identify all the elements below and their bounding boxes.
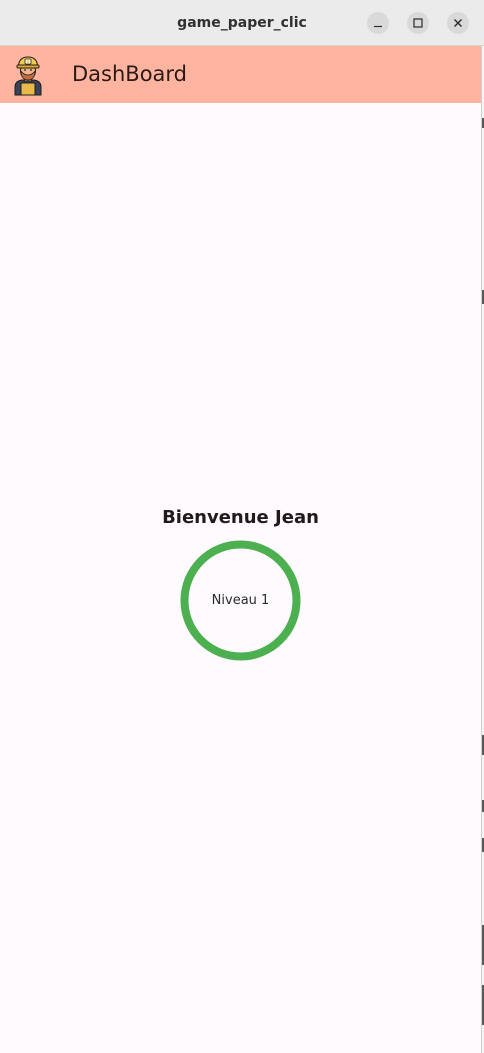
maximize-button[interactable] xyxy=(407,12,429,34)
minimize-icon xyxy=(374,25,382,28)
close-icon xyxy=(454,19,462,27)
dashboard-body: Bienvenue Jean Niveau 1 xyxy=(0,103,481,1053)
app-window: game_paper_clic DashBoard Bienvenue Jean… xyxy=(0,0,484,1053)
maximize-icon xyxy=(413,18,423,28)
level-label: Niveau 1 xyxy=(211,593,270,608)
minimize-button[interactable] xyxy=(367,12,389,34)
welcome-heading: Bienvenue Jean xyxy=(162,507,319,528)
miner-avatar-icon[interactable] xyxy=(12,54,44,96)
title-bar: game_paper_clic xyxy=(0,0,484,46)
page-title: DashBoard xyxy=(72,62,188,86)
close-button[interactable] xyxy=(447,12,469,34)
app-bar: DashBoard xyxy=(0,46,481,103)
